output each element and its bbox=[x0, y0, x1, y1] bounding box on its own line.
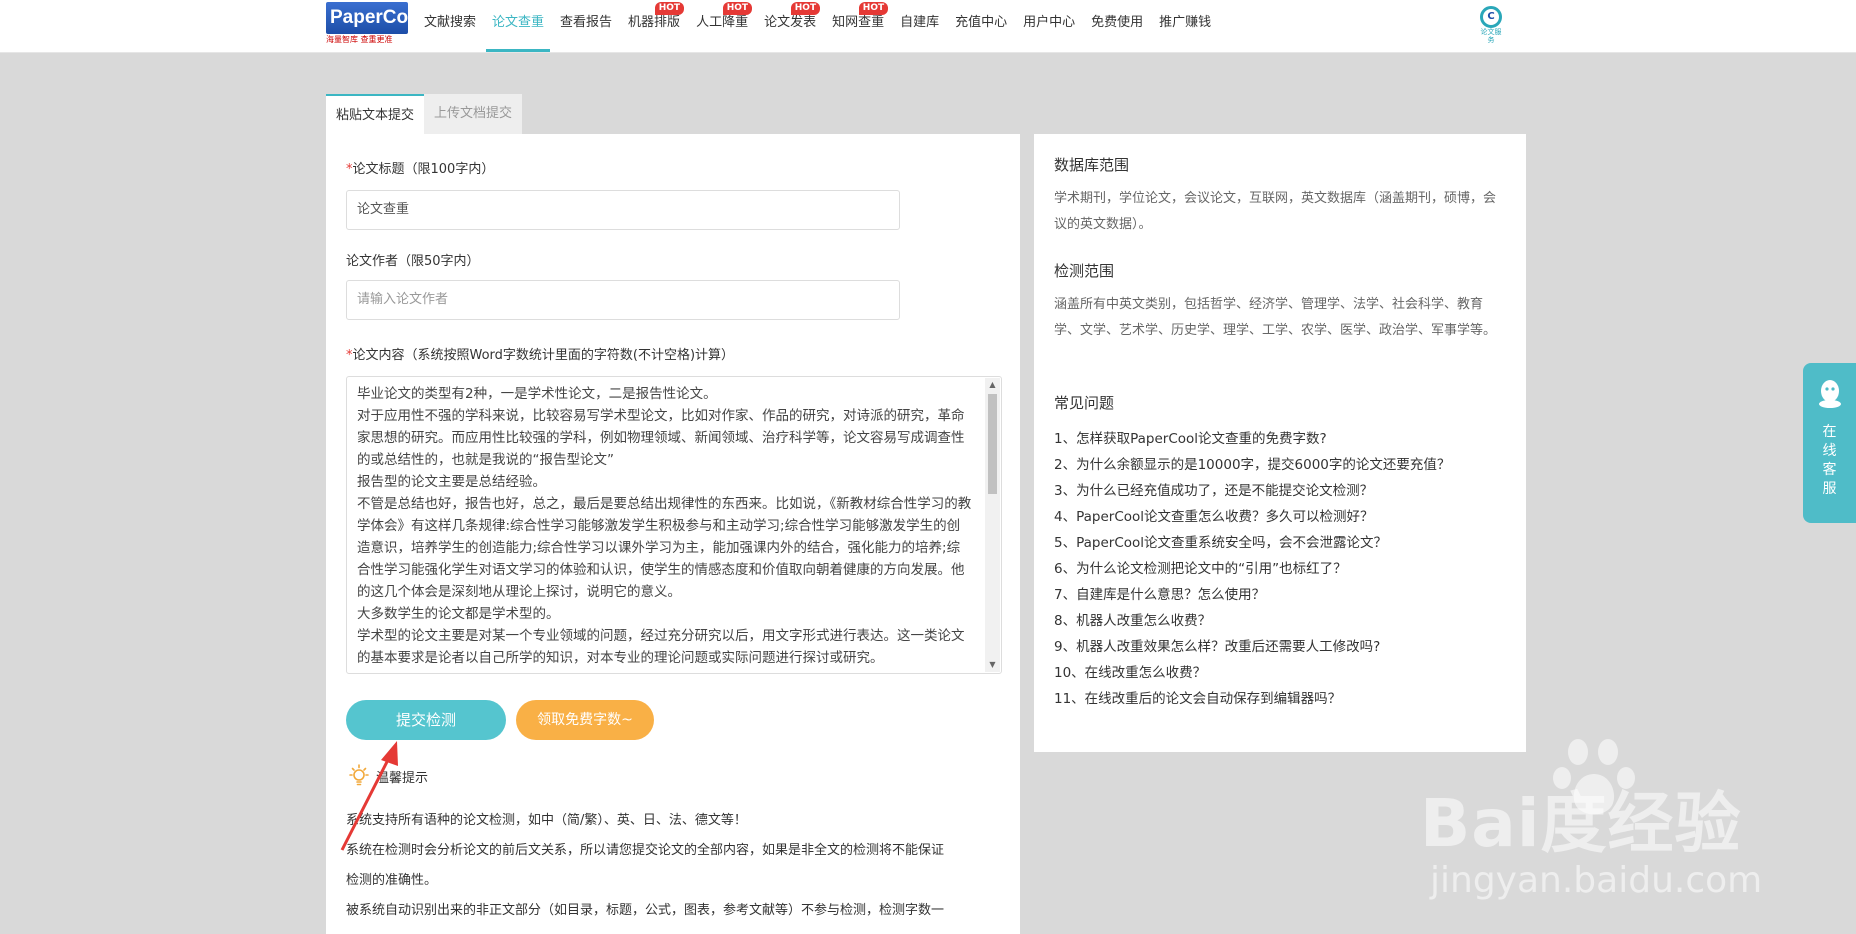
online-service-char: 客 bbox=[1822, 462, 1837, 478]
tip-line: 被系统自动识别出来的非正文部分（如目录，标题，公式，图表，参考文献等）不参与检测… bbox=[346, 903, 945, 918]
faq-item[interactable]: 5、PaperCool论文查重系统安全吗，会不会泄露论文？ bbox=[1054, 530, 1450, 556]
nav-item[interactable]: 免费使用 bbox=[1085, 0, 1149, 52]
tips-header: 温馨提示 bbox=[346, 762, 428, 790]
nav-item-label: 免费使用 bbox=[1091, 15, 1144, 30]
nav-item[interactable]: 人工降重 HOT bbox=[690, 0, 754, 52]
content-paragraph: 大多数学生的论文都是学术型的。 bbox=[357, 606, 560, 622]
nav-item[interactable]: 自建库 bbox=[894, 0, 945, 52]
faq-item[interactable]: 3、为什么已经充值成功了，还是不能提交论文检测？ bbox=[1054, 478, 1450, 504]
nav-item[interactable]: 充值中心 bbox=[949, 0, 1013, 52]
submit-mode-tabs: 粘贴文本提交 上传文档提交 bbox=[326, 94, 523, 134]
tab-paste-text[interactable]: 粘贴文本提交 bbox=[326, 94, 425, 134]
nav-item-label: 用户中心 bbox=[1023, 15, 1076, 30]
qq-penguin-icon bbox=[1819, 380, 1841, 408]
nav-item-label: 推广赚钱 bbox=[1159, 15, 1212, 30]
faq-list: 1、怎样获取PaperCool论文查重的免费字数? 2、为什么余额显示的是1000… bbox=[1054, 426, 1450, 712]
nav-item[interactable]: 论文发表 HOT bbox=[758, 0, 822, 52]
faq-item[interactable]: 7、自建库是什么意思？怎么使用？ bbox=[1054, 582, 1450, 608]
title-input[interactable]: 论文查重 bbox=[346, 190, 900, 230]
service-logo-icon[interactable]: C 论文服务 bbox=[1478, 6, 1504, 44]
hot-badge: HOT bbox=[654, 2, 685, 15]
detection-scope-title: 检测范围 bbox=[1054, 262, 1115, 280]
service-logo-caption: 论文服务 bbox=[1480, 28, 1502, 44]
online-service-char: 线 bbox=[1822, 443, 1837, 459]
hot-badge: HOT bbox=[858, 2, 889, 15]
baidu-jingyan-watermark: Bai度经验 jingyan.baidu.com bbox=[1420, 730, 1856, 930]
content-label: *论文内容（系统按照Word字数统计里面的字符数(不计空格)计算） bbox=[346, 344, 734, 363]
scroll-thumb[interactable] bbox=[988, 394, 997, 494]
logo-slogan: 海量智库 查重更准 bbox=[326, 35, 393, 44]
hot-badge: HOT bbox=[790, 2, 821, 15]
nav-item-label: 文献搜索 bbox=[424, 15, 477, 30]
service-logo-mark: C bbox=[1480, 6, 1502, 28]
main-nav: 文献搜索 论文查重 查看报告 机器排版 HOT 人工降重 HOT 论文发表 HOT 知网查重 HOT… bbox=[418, 0, 1221, 52]
nav-item[interactable]: 机器排版 HOT bbox=[622, 0, 686, 52]
faq-item[interactable]: 10、在线改重怎么收费？ bbox=[1054, 660, 1450, 686]
watermark-main-text: Bai度经验 bbox=[1420, 785, 1742, 862]
nav-item-label: 查看报告 bbox=[560, 15, 613, 30]
content-label-text: 论文内容（系统按照Word字数统计里面的字符数(不计空格)计算） bbox=[352, 348, 735, 363]
content-paragraph: 对于应用性不强的学科来说，比较容易写学术型论文，比如对作家、作品的研究，对诗派的… bbox=[357, 408, 965, 468]
nav-item[interactable]: 文献搜索 bbox=[418, 0, 482, 52]
nav-item-label: 知网查重 bbox=[832, 15, 885, 30]
nav-item-label: 充值中心 bbox=[955, 15, 1008, 30]
content-paragraph: 毕业论文的类型有2种，一是学术性论文，二是报告性论文。 bbox=[357, 386, 717, 402]
faq-item[interactable]: 9、机器人改重效果怎么样？改重后还需要人工修改吗? bbox=[1054, 634, 1450, 660]
faq-title: 常见问题 bbox=[1054, 394, 1115, 412]
textarea-scrollbar[interactable]: ▲ ▼ bbox=[985, 378, 1000, 672]
nav-item-label: 论文查重 bbox=[492, 15, 545, 30]
nav-item-label: 自建库 bbox=[900, 15, 940, 30]
detection-scope-text: 涵盖所有中英文类别，包括哲学、经济学、管理学、法学、社会科学、教育学、文学、艺术… bbox=[1054, 297, 1497, 338]
online-service-char: 在 bbox=[1822, 424, 1837, 440]
lightbulb-icon bbox=[349, 764, 369, 786]
title-label: *论文标题（限100字内） bbox=[346, 158, 494, 177]
tip-line: 系统在检测时会分析论文的前后文关系，所以请您提交论文的全部内容，如果是非全文的检… bbox=[346, 843, 945, 858]
database-scope-title: 数据库范围 bbox=[1054, 156, 1130, 174]
online-service-char: 服 bbox=[1822, 481, 1837, 497]
tips-title: 温馨提示 bbox=[376, 770, 429, 786]
nav-item[interactable]: 论文查重 bbox=[486, 0, 551, 52]
scroll-down-icon[interactable]: ▼ bbox=[985, 658, 1000, 672]
papercool-logo[interactable]: PaperCool 海量智库 查重更准 bbox=[326, 2, 425, 48]
faq-item[interactable]: 11、在线改重后的论文会自动保存到编辑器吗？ bbox=[1054, 686, 1450, 712]
author-label: 论文作者（限50字内） bbox=[346, 254, 480, 269]
get-free-words-button[interactable]: 领取免费字数~ bbox=[516, 700, 654, 740]
watermark-url: jingyan.baidu.com bbox=[1430, 860, 1763, 901]
nav-item[interactable]: 用户中心 bbox=[1017, 0, 1081, 52]
content-paragraph: 报告型的论文主要是总结经验。 bbox=[357, 474, 546, 490]
database-scope-text: 学术期刊，学位论文，会议论文，互联网，英文数据库（涵盖期刊，硕博，会议的英文数据… bbox=[1054, 191, 1497, 232]
nav-item-label: 人工降重 bbox=[696, 15, 749, 30]
nav-item[interactable]: 查看报告 bbox=[554, 0, 618, 52]
faq-item[interactable]: 4、PaperCool论文查重怎么收费？多久可以检测好？ bbox=[1054, 504, 1450, 530]
submit-form-panel: *论文标题（限100字内） 论文查重 论文作者（限50字内） 请输入论文作者 *… bbox=[326, 134, 1020, 934]
faq-item[interactable]: 6、为什么论文检测把论文中的“引用”也标红了？ bbox=[1054, 556, 1450, 582]
hot-badge: HOT bbox=[722, 2, 753, 15]
online-service-label: 在线客服 bbox=[1803, 423, 1856, 499]
nav-item[interactable]: 知网查重 HOT bbox=[826, 0, 890, 52]
info-panel: 数据库范围 学术期刊，学位论文，会议论文，互联网，英文数据库（涵盖期刊，硕博，会… bbox=[1034, 134, 1526, 752]
nav-item-label: 机器排版 bbox=[628, 15, 681, 30]
faq-item[interactable]: 2、为什么余额显示的是10000字，提交6000字的论文还要充值？ bbox=[1054, 452, 1450, 478]
online-service-button[interactable]: 在线客服 bbox=[1803, 363, 1856, 523]
nav-item-label: 论文发表 bbox=[764, 15, 817, 30]
scroll-up-icon[interactable]: ▲ bbox=[985, 378, 1000, 392]
logo-text: PaperCool bbox=[326, 2, 425, 34]
tip-line: 检测的准确性。 bbox=[346, 873, 438, 888]
content-paragraph: 不管是总结也好，报告也好，总之，最后是要总结出规律性的东西来。比如说，《新教材综… bbox=[357, 496, 972, 600]
faq-item[interactable]: 1、怎样获取PaperCool论文查重的免费字数? bbox=[1054, 426, 1450, 452]
content-paragraph: 学术型的论文主要是对某一个专业领域的问题，经过充分研究以后，用文字形式进行表达。… bbox=[357, 628, 965, 666]
author-input[interactable]: 请输入论文作者 bbox=[346, 280, 900, 320]
content-textarea[interactable]: ▲ ▼ 毕业论文的类型有2种，一是学术性论文，二是报告性论文。对于应用性不强的学… bbox=[346, 376, 1002, 674]
tab-upload-document[interactable]: 上传文档提交 bbox=[424, 94, 523, 134]
top-nav-bar: PaperCool 海量智库 查重更准 文献搜索 论文查重 查看报告 机器排版 HOT 人… bbox=[0, 0, 1856, 53]
nav-item[interactable]: 推广赚钱 bbox=[1153, 0, 1217, 52]
faq-item[interactable]: 8、机器人改重怎么收费？ bbox=[1054, 608, 1450, 634]
tip-line: 系统支持所有语种的论文检测，如中（简/繁）、英、日、法、德文等！ bbox=[346, 813, 747, 828]
submit-check-button[interactable]: 提交检测 bbox=[346, 700, 506, 740]
title-label-text: 论文标题（限100字内） bbox=[352, 162, 495, 177]
